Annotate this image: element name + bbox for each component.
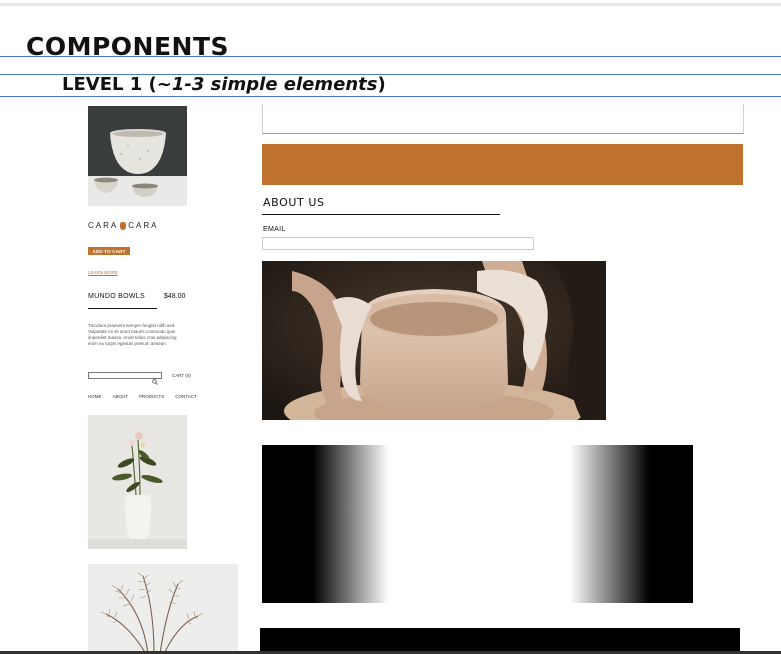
- email-label: EMAIL: [263, 226, 286, 233]
- brand-logo: CARA CARA: [88, 221, 158, 230]
- cart-link[interactable]: CART (0): [172, 373, 191, 378]
- nav-item-about[interactable]: ABOUT: [113, 394, 129, 399]
- level-note: ~1-3 simple elements: [156, 74, 378, 95]
- about-divider: [262, 214, 500, 215]
- learn-more-link[interactable]: LEARN MORE: [88, 270, 118, 275]
- vase-icon: [120, 221, 127, 230]
- gradient-block-right: [570, 445, 693, 603]
- pottery-image: [262, 261, 606, 420]
- section-heading: LEVEL 1 (~1-3 simple elements): [62, 74, 386, 95]
- nav-item-products[interactable]: PRODUCTS: [139, 394, 164, 399]
- logo-left-text: CARA: [88, 221, 119, 230]
- product-description: Tincidunt praesent semper feugiat nibh s…: [88, 323, 177, 346]
- text-input-box[interactable]: [262, 104, 744, 134]
- product-divider: [88, 308, 157, 309]
- add-to-cart-button[interactable]: ADD TO CART: [88, 247, 130, 255]
- level-label: LEVEL 1: [62, 74, 143, 95]
- guide-line: [0, 96, 781, 97]
- level-open-paren: (: [142, 74, 157, 95]
- nav-item-home[interactable]: HOME: [88, 394, 102, 399]
- product-name: MUNDO BOWLS: [88, 293, 145, 300]
- gradient-block-left: [262, 445, 389, 603]
- bowls-image: [88, 106, 187, 206]
- search-input[interactable]: [88, 372, 162, 379]
- level-close-paren: ): [377, 74, 386, 95]
- accent-banner: [262, 144, 743, 185]
- nav-item-contact[interactable]: CONTACT: [175, 394, 196, 399]
- email-field[interactable]: [262, 237, 534, 250]
- guide-line: [0, 56, 781, 57]
- search-icon[interactable]: [152, 372, 158, 385]
- about-heading: ABOUT US: [263, 196, 325, 209]
- nav-menu: HOME ABOUT PRODUCTS CONTACT: [88, 394, 197, 399]
- pampas-image: [88, 564, 238, 654]
- logo-right-text: CARA: [128, 221, 159, 230]
- product-price: $48.00: [164, 293, 186, 300]
- vase-image: [88, 415, 187, 549]
- top-border: [0, 3, 781, 6]
